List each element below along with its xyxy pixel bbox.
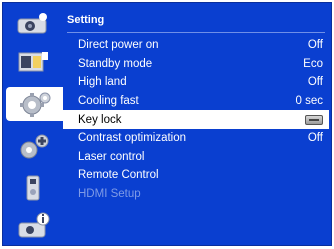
tab-information[interactable] [6, 209, 62, 243]
projector-osd-menu: Setting Direct power on Off Standby mode… [2, 2, 332, 246]
menu-category-sidebar [6, 5, 66, 243]
menu-item-label: HDMI Setup [78, 188, 141, 201]
menu-item-label: High land [78, 76, 127, 89]
tab-usb[interactable] [6, 171, 62, 205]
menu-item-laser-control[interactable]: Laser control [63, 148, 329, 167]
usb-drive-icon [26, 175, 40, 201]
menu-item-label: Laser control [78, 150, 145, 163]
setting-panel: Setting Direct power on Off Standby mode… [63, 5, 329, 243]
tab-expanded-setting[interactable] [6, 131, 62, 165]
menu-item-label: Standby mode [78, 57, 153, 70]
menu-item-label: Remote Control [78, 169, 159, 182]
info-icon [18, 212, 50, 238]
menu-item-value: Off [307, 76, 323, 89]
title-divider [67, 32, 325, 33]
setting-gear-icon [20, 92, 51, 117]
menu-item-remote-control[interactable]: Remote Control [63, 166, 329, 185]
picture-adjust-icon [17, 13, 47, 34]
key-lock-icon [305, 114, 323, 125]
menu-item-contrast-optimization[interactable]: Contrast optimization Off [63, 129, 329, 148]
menu-item-cooling-fast[interactable]: Cooling fast 0 sec [63, 92, 329, 111]
menu-item-high-land[interactable]: High land Off [63, 73, 329, 92]
menu-item-key-lock[interactable]: Key lock [63, 110, 329, 129]
tab-picture-adjust[interactable] [6, 7, 62, 41]
tab-setting[interactable] [6, 87, 66, 121]
menu-item-label: Key lock [78, 113, 122, 126]
menu-item-value: Off [307, 132, 323, 145]
menu-item-standby-mode[interactable]: Standby mode Eco [63, 55, 329, 74]
menu-item-direct-power-on[interactable]: Direct power on Off [63, 36, 329, 55]
menu-item-label: Cooling fast [78, 95, 139, 108]
setting-menu-list: Direct power on Off Standby mode Eco Hig… [63, 36, 329, 203]
menu-item-label: Direct power on [78, 39, 159, 52]
tab-screen-adjust[interactable] [6, 45, 62, 79]
menu-item-value: Off [307, 39, 323, 52]
expanded-gear-icon [20, 134, 49, 159]
screen-adjust-icon [18, 52, 48, 72]
menu-item-value: Eco [303, 57, 323, 70]
menu-item-hdmi-setup: HDMI Setup [63, 185, 329, 204]
menu-item-label: Contrast optimization [78, 132, 187, 145]
panel-title: Setting [67, 14, 105, 26]
menu-item-value: 0 sec [295, 95, 324, 108]
